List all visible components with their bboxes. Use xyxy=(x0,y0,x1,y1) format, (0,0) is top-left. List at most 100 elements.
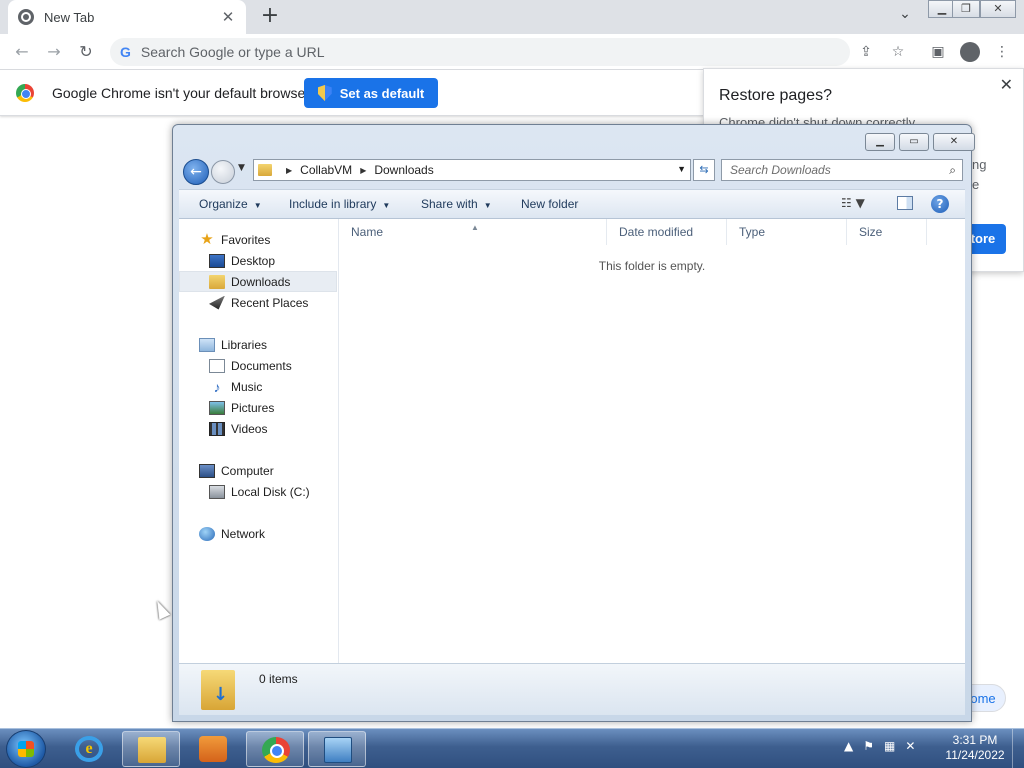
downloads-folder-icon xyxy=(209,274,225,289)
recent-places-icon xyxy=(209,295,225,310)
nav-recent-places[interactable]: Recent Places xyxy=(179,292,337,313)
forward-arrow-icon[interactable]: → xyxy=(42,40,66,64)
chrome-close-button[interactable]: ✕ xyxy=(980,0,1016,18)
breadcrumb-separator-icon[interactable]: ▶ xyxy=(286,166,292,175)
bookmark-star-icon[interactable]: ☆ xyxy=(888,42,908,62)
nav-downloads[interactable]: Downloads xyxy=(179,271,337,292)
chrome-restore-button[interactable]: ❐ xyxy=(952,0,980,18)
address-bar[interactable]: ▶ CollabVM ▶ Downloads ▼ xyxy=(253,159,691,181)
breadcrumb-downloads[interactable]: Downloads xyxy=(374,163,433,177)
column-size[interactable]: Size xyxy=(847,219,927,245)
reload-icon[interactable]: ↻ xyxy=(74,40,98,64)
refresh-icon[interactable]: ⇆ xyxy=(693,159,715,181)
nav-desktop[interactable]: Desktop xyxy=(179,250,337,271)
column-type[interactable]: Type xyxy=(727,219,847,245)
clock-date: 11/24/2022 xyxy=(945,748,1005,762)
windows-taskbar: e ▲ ⚑ ▦ ✕ 3:31 PM 11/24/2022 xyxy=(0,728,1024,768)
new-tab-button[interactable]: + xyxy=(258,4,282,28)
history-dropdown-icon[interactable]: ▼ xyxy=(238,163,245,173)
search-downloads-input[interactable]: Search Downloads ⌕ xyxy=(721,159,963,181)
restore-close-icon[interactable]: ✕ xyxy=(1000,75,1013,94)
explorer-minimize-button[interactable]: ▁ xyxy=(865,133,895,151)
nav-local-disk[interactable]: Local Disk (C:) xyxy=(179,481,337,502)
action-center-flag-icon[interactable]: ⚑ xyxy=(863,739,874,753)
explorer-forward-icon[interactable] xyxy=(211,160,235,184)
chrome-menu-icon[interactable]: ⋮ xyxy=(992,42,1012,62)
downloads-folder-icon xyxy=(258,164,272,176)
details-pane: 0 items xyxy=(179,663,965,715)
explorer-maximize-button[interactable]: ▭ xyxy=(899,133,929,151)
preview-pane-icon[interactable] xyxy=(897,196,913,210)
omnibox[interactable]: G Search Google or type a URL xyxy=(110,38,850,66)
network-status-icon[interactable]: ▦ xyxy=(884,739,895,753)
nav-libraries[interactable]: Libraries xyxy=(179,334,337,355)
taskbar-internet-explorer[interactable]: e xyxy=(60,731,118,767)
share-with-button[interactable]: Share with ▼ xyxy=(421,197,492,211)
network-globe-icon xyxy=(199,526,215,541)
system-tray: ▲ ⚑ ▦ ✕ xyxy=(844,739,915,753)
navigation-pane: ★ Favorites Desktop Downloads Recent Pla… xyxy=(179,219,339,663)
explorer-window: ▁ ▭ ✕ ← ▼ ▶ CollabVM ▶ Downloads ▼ ⇆ Sea… xyxy=(172,124,975,722)
explorer-navigation-bar: ← ▼ ▶ CollabVM ▶ Downloads ▼ ⇆ Search Do… xyxy=(181,157,965,187)
local-disk-icon xyxy=(209,484,225,499)
nav-network[interactable]: Network xyxy=(179,523,337,544)
nav-music[interactable]: ♪ Music xyxy=(179,376,337,397)
taskbar-media-player[interactable] xyxy=(184,731,242,767)
back-arrow-icon[interactable]: ← xyxy=(10,40,34,64)
libraries-icon xyxy=(199,337,215,352)
media-player-icon xyxy=(199,736,227,762)
taskbar-clock[interactable]: 3:31 PM 11/24/2022 xyxy=(940,733,1010,763)
help-icon[interactable]: ? xyxy=(931,195,949,213)
empty-folder-message: This folder is empty. xyxy=(598,259,706,273)
taskbar-remote-desktop[interactable] xyxy=(308,731,366,767)
desktop-icon xyxy=(209,253,225,268)
restore-behind-text-1: ng xyxy=(972,157,987,172)
start-button[interactable] xyxy=(6,730,46,768)
explorer-back-icon[interactable]: ← xyxy=(183,159,209,185)
breadcrumb-collabvm[interactable]: CollabVM xyxy=(300,163,352,177)
organize-button[interactable]: Organize ▼ xyxy=(199,197,262,211)
share-icon[interactable]: ⇪ xyxy=(856,42,876,62)
google-g-icon: G xyxy=(120,44,131,60)
search-magnifier-icon[interactable]: ⌕ xyxy=(949,160,956,180)
include-in-library-button[interactable]: Include in library ▼ xyxy=(289,197,390,211)
windows-explorer-icon xyxy=(138,737,166,763)
tab-close-icon[interactable]: ✕ xyxy=(220,8,236,26)
chrome-tab-favicon-icon xyxy=(18,9,34,25)
tab-search-chevron-icon[interactable]: ⌄ xyxy=(894,6,916,28)
nav-videos[interactable]: Videos xyxy=(179,418,337,439)
breadcrumb-separator-icon[interactable]: ▶ xyxy=(360,166,366,175)
explorer-close-button[interactable]: ✕ xyxy=(933,133,975,151)
restore-behind-text-2: e xyxy=(972,177,980,192)
change-view-icon[interactable]: ☷ ▼ xyxy=(841,196,865,210)
taskbar-google-chrome[interactable] xyxy=(246,731,304,767)
omnibox-placeholder: Search Google or type a URL xyxy=(140,44,325,60)
side-panel-icon[interactable]: ▣ xyxy=(928,42,948,62)
tab-title: New Tab xyxy=(44,9,95,25)
nav-pictures[interactable]: Pictures xyxy=(179,397,337,418)
sort-ascending-icon: ▲ xyxy=(471,223,479,232)
profile-avatar-icon[interactable] xyxy=(960,42,980,62)
column-date-modified[interactable]: Date modified xyxy=(607,219,727,245)
new-folder-button[interactable]: New folder xyxy=(521,197,578,211)
address-dropdown-icon[interactable]: ▼ xyxy=(677,164,686,174)
computer-icon xyxy=(199,463,215,478)
chrome-logo-icon xyxy=(16,84,34,102)
default-browser-infobar: Google Chrome isn't your default browser… xyxy=(0,70,704,116)
tab-new-tab[interactable]: New Tab ✕ xyxy=(8,0,246,34)
set-as-default-button[interactable]: Set as default xyxy=(304,78,438,108)
set-as-default-label: Set as default xyxy=(339,85,425,101)
explorer-command-bar: Organize ▼ Include in library ▼ Share with… xyxy=(179,189,965,219)
volume-muted-icon[interactable]: ✕ xyxy=(905,739,915,753)
show-hidden-icons-chevron-icon[interactable]: ▲ xyxy=(844,739,853,753)
nav-documents[interactable]: Documents xyxy=(179,355,337,376)
taskbar-windows-explorer[interactable] xyxy=(122,731,180,767)
restore-title: Restore pages? xyxy=(719,87,832,104)
google-chrome-icon xyxy=(262,737,290,763)
column-name[interactable]: Name ▲ xyxy=(339,219,607,245)
show-desktop-button[interactable] xyxy=(1012,729,1024,768)
nav-computer[interactable]: Computer xyxy=(179,460,337,481)
downloads-folder-large-icon xyxy=(201,670,235,710)
music-note-icon: ♪ xyxy=(213,378,221,395)
nav-favorites[interactable]: ★ Favorites xyxy=(179,229,337,250)
